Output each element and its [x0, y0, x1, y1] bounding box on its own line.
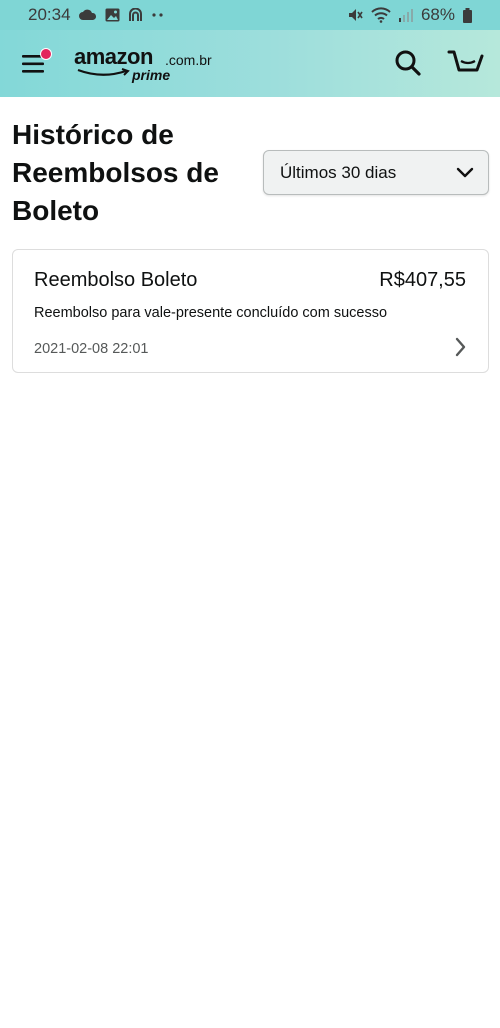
gallery-icon — [105, 8, 120, 22]
date-filter-value: Últimos 30 dias — [280, 162, 397, 182]
cloud-icon — [78, 9, 97, 21]
status-bar-left: 20:34 — [28, 5, 165, 25]
search-icon — [395, 50, 421, 76]
menu-button[interactable] — [20, 48, 52, 76]
page-title: Histórico de Reembolsos de Boleto — [12, 119, 219, 226]
notification-dot — [40, 48, 52, 60]
refund-description: Reembolso para vale-presente concluído c… — [34, 305, 388, 321]
date-filter-dropdown[interactable]: Últimos 30 dias — [263, 150, 489, 195]
refund-card[interactable]: Reembolso Boleto R$407,55 Reembolso para… — [12, 249, 489, 373]
wifi-icon — [371, 7, 391, 23]
more-notifications-icon — [151, 12, 165, 18]
mute-icon — [347, 7, 363, 23]
search-button[interactable] — [393, 48, 425, 80]
chevron-down-icon — [456, 167, 474, 177]
cart-button[interactable] — [447, 48, 487, 80]
app-header: amazon .com.br prime — [0, 30, 500, 97]
battery-icon — [463, 7, 472, 23]
app-notification-icon — [128, 8, 143, 22]
cart-icon — [447, 50, 484, 72]
logo-smile-icon — [77, 68, 130, 76]
refund-title: Reembolso Boleto — [34, 269, 198, 291]
logo-domain: .com.br — [165, 52, 212, 68]
status-bar-right: 68% — [347, 5, 472, 25]
chevron-right-icon — [455, 337, 466, 357]
refund-amount: R$407,55 — [379, 269, 466, 291]
battery-percent: 68% — [420, 5, 455, 24]
status-time: 20:34 — [28, 5, 71, 24]
refund-date: 2021-02-08 22:01 — [34, 341, 149, 357]
status-bar: 20:34 68% — [0, 0, 500, 30]
logo-prime: prime — [132, 67, 171, 83]
amazon-prime-logo[interactable]: amazon .com.br prime — [74, 44, 214, 84]
signal-icon — [398, 8, 413, 22]
